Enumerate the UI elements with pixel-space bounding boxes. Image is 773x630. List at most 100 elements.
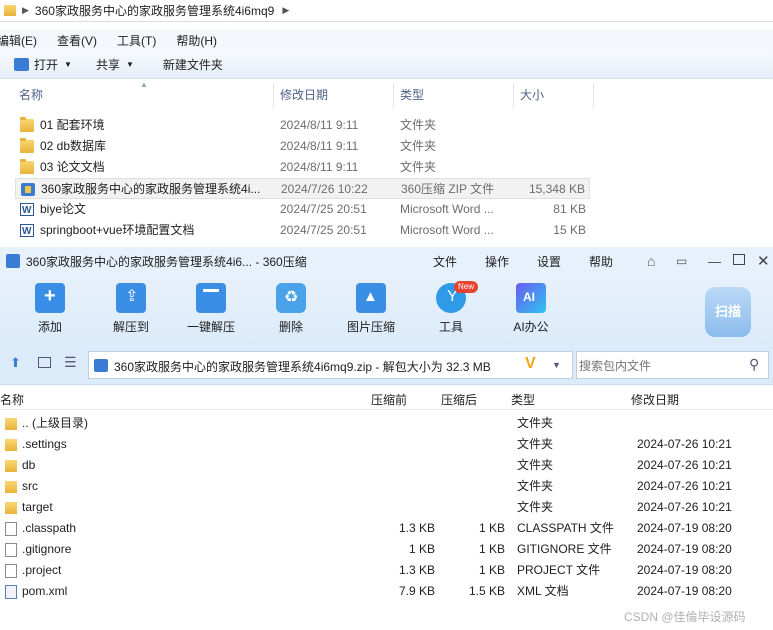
new-badge: New (454, 281, 479, 293)
explorer-window: ▶ 360家政服务中心的家政服务管理系统4i6mq9 ▶ 编辑(E) 查看(V)… (0, 0, 773, 246)
new-folder-button[interactable]: 新建文件夹 (163, 56, 223, 73)
delete-button[interactable]: ♻ 删除 (256, 283, 326, 335)
column-date[interactable]: 修改日期 (631, 391, 679, 408)
folder-icon (4, 5, 16, 16)
word-icon (20, 221, 34, 242)
column-name[interactable]: 名称 (0, 391, 24, 408)
zip-row[interactable]: target 文件夹 2024-07-26 10:21 (0, 497, 773, 518)
column-date[interactable]: 修改日期 (274, 82, 394, 108)
menu-view[interactable]: 查看(V) (57, 32, 97, 49)
chevron-right-icon[interactable]: ▶ (282, 5, 289, 16)
zip-row[interactable]: .classpath 1.3 KB 1 KB CLASSPATH 文件 2024… (0, 518, 773, 539)
ai-icon: AI (516, 283, 546, 313)
zip-row[interactable]: db 文件夹 2024-07-26 10:21 (0, 455, 773, 476)
column-compressed[interactable]: 压缩前 (371, 391, 407, 408)
scan-button[interactable]: 扫描 (705, 287, 751, 337)
command-bar: 打开 ▼ 共享 ▼ 新建文件夹 (0, 51, 773, 79)
column-type[interactable]: 类型 (511, 391, 535, 408)
menu-edit[interactable]: 编辑(E) (0, 32, 37, 49)
recycle-icon: ♻ (276, 283, 306, 313)
xml-file-icon (5, 585, 17, 599)
file-row[interactable]: springboot+vue环境配置文档 2024/7/25 20:51 Mic… (15, 220, 590, 242)
path-text: 360家政服务中心的家政服务管理系统4i6mq9.zip - 解包大小为 32.… (114, 360, 491, 374)
file-row[interactable]: 02 db数据库 2024/8/11 9:11 文件夹 (15, 136, 590, 157)
zip-window-title: 360家政服务中心的家政服务管理系统4i6... - 360压缩 (26, 254, 307, 269)
close-icon[interactable]: ✕ (757, 252, 770, 270)
extract-icon: ⇪ (116, 283, 146, 313)
path-field[interactable]: 360家政服务中心的家政服务管理系统4i6mq9.zip - 解包大小为 32.… (88, 351, 573, 379)
tools-button[interactable]: Y 工具 New (416, 281, 486, 335)
chevron-down-icon: ▼ (125, 60, 134, 69)
zip-toolbar: + 添加 ⇪ 解压到 一键解压 ♻ 删除 ▲ 图片压缩 Y 工具 New AI … (0, 275, 773, 345)
up-arrow-icon[interactable]: ⬆ (10, 355, 21, 371)
folder-icon (20, 117, 34, 132)
menu-operate[interactable]: 操作 (485, 253, 509, 270)
view-icon[interactable] (38, 357, 51, 368)
extract-to-button[interactable]: ⇪ 解压到 (96, 283, 166, 335)
open-label: 打开 (34, 58, 59, 72)
word-icon (20, 200, 34, 221)
file-row[interactable]: 03 论文文档 2024/8/11 9:11 文件夹 (15, 157, 590, 178)
skin-icon[interactable]: ⌂ (647, 253, 655, 269)
folder-icon (20, 159, 34, 174)
chevron-right-icon[interactable]: ▶ (22, 5, 29, 16)
ai-office-button[interactable]: AI AI办公 (496, 283, 566, 335)
column-type[interactable]: 类型 (394, 82, 514, 108)
minimize-icon[interactable]: — (708, 254, 721, 269)
menu-file[interactable]: 文件 (433, 253, 457, 270)
zip-row[interactable]: .settings 文件夹 2024-07-26 10:21 (0, 434, 773, 455)
file-icon (5, 522, 17, 536)
maximize-icon[interactable] (733, 254, 745, 265)
folder-icon (5, 439, 17, 451)
column-header: 名称 ▲ 修改日期 类型 大小 (0, 80, 773, 108)
folder-icon (5, 481, 17, 493)
zip-row[interactable]: src 文件夹 2024-07-26 10:21 (0, 476, 773, 497)
open-button[interactable]: 打开 ▼ (14, 56, 72, 73)
one-click-extract-button[interactable]: 一键解压 (176, 283, 246, 335)
column-size[interactable]: 大小 (514, 82, 594, 108)
menu-help[interactable]: 帮助 (589, 253, 613, 270)
address-bar[interactable]: ▶ 360家政服务中心的家政服务管理系统4i6mq9 ▶ (0, 0, 773, 22)
open-icon (14, 58, 29, 71)
zip-row[interactable]: .project 1.3 KB 1 KB PROJECT 文件 2024-07-… (0, 560, 773, 581)
column-original[interactable]: 压缩后 (441, 391, 477, 408)
menu-settings[interactable]: 设置 (537, 253, 561, 270)
address-path[interactable]: 360家政服务中心的家政服务管理系统4i6mq9 (35, 2, 274, 19)
zip-column-header: 名称 压缩前 压缩后 类型 修改日期 (0, 388, 773, 410)
zip-title-bar: 360家政服务中心的家政服务管理系统4i6... - 360压缩 文件 操作 设… (0, 247, 773, 275)
watermark: CSDN @佳倫毕设源码 (624, 610, 746, 624)
menu-bar: 编辑(E) 查看(V) 工具(T) 帮助(H) (0, 29, 773, 51)
file-row[interactable]: 01 配套环境 2024/8/11 9:11 文件夹 (15, 115, 590, 136)
file-icon (5, 564, 17, 578)
zip-row[interactable]: pom.xml 7.9 KB 1.5 KB XML 文档 2024-07-19 … (0, 581, 773, 602)
chevron-down-icon: ▼ (64, 60, 72, 69)
zip-file-icon (94, 359, 108, 372)
new-folder-label: 新建文件夹 (162, 58, 223, 72)
folder-icon (5, 418, 17, 430)
folder-icon (20, 138, 34, 153)
list-view-icon[interactable]: ☰ (64, 354, 77, 371)
sort-arrow-icon: ▲ (140, 80, 148, 89)
add-button[interactable]: + 添加 (15, 283, 85, 335)
v-icon: V (525, 355, 536, 372)
share-button[interactable]: 共享 ▼ (96, 56, 134, 73)
menu-help[interactable]: 帮助(H) (176, 32, 217, 49)
add-icon: + (35, 283, 65, 313)
zip-row[interactable]: .. (上级目录) 文件夹 (0, 413, 773, 434)
zip-icon (21, 183, 35, 196)
chevron-down-icon[interactable]: ▼ (552, 360, 561, 370)
file-row-selected[interactable]: 360家政服务中心的家政服务管理系统4i... 2024/7/26 10:22 … (15, 178, 590, 199)
search-icon[interactable]: ⚲ (749, 356, 759, 373)
feedback-icon[interactable]: ▭ (676, 254, 687, 268)
folder-icon (5, 460, 17, 472)
zip-app-icon (6, 254, 20, 268)
search-input[interactable] (579, 357, 739, 374)
image-compress-button[interactable]: ▲ 图片压缩 (336, 283, 406, 335)
menu-tools[interactable]: 工具(T) (117, 32, 156, 49)
image-compress-icon: ▲ (356, 283, 386, 313)
folder-icon (5, 502, 17, 514)
file-row[interactable]: biye论文 2024/7/25 20:51 Microsoft Word ..… (15, 199, 590, 221)
search-box[interactable]: ⚲ (576, 351, 769, 379)
zip-window: 360家政服务中心的家政服务管理系统4i6... - 360压缩 文件 操作 设… (0, 247, 773, 630)
zip-row[interactable]: .gitignore 1 KB 1 KB GITIGNORE 文件 2024-0… (0, 539, 773, 560)
